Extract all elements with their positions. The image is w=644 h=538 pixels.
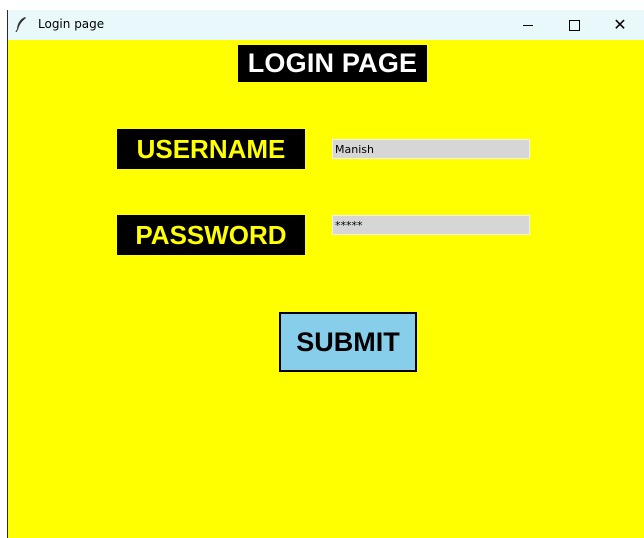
- minimize-icon: [523, 24, 533, 26]
- app-window: Login page ✕ LOGIN PAGE USERNAME PASSWOR…: [7, 10, 644, 538]
- password-input[interactable]: [332, 215, 530, 235]
- maximize-icon: [568, 19, 580, 31]
- title-bar[interactable]: Login page ✕: [8, 10, 644, 40]
- close-button[interactable]: ✕: [597, 10, 643, 40]
- minimize-button[interactable]: [505, 10, 551, 40]
- window-title: Login page: [38, 17, 105, 31]
- username-label: USERNAME: [117, 129, 305, 169]
- maximize-button[interactable]: [551, 10, 597, 40]
- close-icon: ✕: [613, 15, 627, 34]
- username-input[interactable]: [332, 139, 530, 159]
- feather-icon: [15, 17, 26, 32]
- password-label: PASSWORD: [117, 215, 305, 255]
- submit-button[interactable]: SUBMIT: [279, 312, 417, 372]
- page-heading: LOGIN PAGE: [238, 45, 427, 82]
